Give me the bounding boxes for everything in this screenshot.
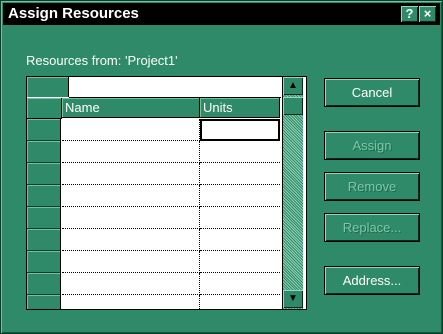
name-cell[interactable] — [62, 119, 200, 141]
name-cell[interactable] — [62, 295, 200, 309]
name-cell[interactable] — [62, 229, 200, 251]
units-cell[interactable] — [200, 229, 280, 251]
units-cell[interactable] — [200, 163, 280, 185]
name-cell[interactable] — [62, 163, 200, 185]
remove-button[interactable]: Remove — [325, 173, 419, 200]
units-cell[interactable] — [200, 251, 280, 273]
resources-grid[interactable]: Name Units ▲ ▼ — [26, 76, 307, 310]
table-row[interactable] — [27, 295, 280, 309]
row-header[interactable] — [27, 207, 61, 229]
address-button[interactable]: Address... — [325, 267, 419, 294]
row-header[interactable] — [27, 163, 61, 185]
table-row[interactable] — [27, 207, 280, 229]
row-header[interactable] — [27, 251, 61, 273]
units-cell[interactable] — [200, 273, 280, 295]
table-row[interactable] — [27, 251, 280, 273]
units-cell[interactable] — [200, 119, 280, 141]
entry-row-header — [27, 77, 69, 97]
name-cell[interactable] — [62, 273, 200, 295]
row-header[interactable] — [27, 273, 61, 295]
resources-from-label: Resources from: 'Project1' — [26, 53, 178, 68]
name-cell[interactable] — [62, 185, 200, 207]
close-button[interactable]: × — [419, 6, 436, 22]
row-header[interactable] — [27, 295, 61, 309]
vertical-scrollbar[interactable]: ▲ ▼ — [282, 77, 303, 309]
column-header-name[interactable]: Name — [62, 98, 200, 118]
assign-resources-dialog: Assign Resources ? × Resources from: 'Pr… — [0, 0, 443, 334]
units-cell[interactable] — [200, 295, 280, 309]
name-cell[interactable] — [62, 141, 200, 163]
row-header[interactable] — [27, 229, 61, 251]
table-row[interactable] — [27, 141, 280, 163]
assign-button[interactable]: Assign — [325, 132, 419, 159]
table-row[interactable] — [27, 229, 280, 251]
entry-bar[interactable] — [69, 77, 281, 98]
name-cell[interactable] — [62, 251, 200, 273]
table-row[interactable] — [27, 185, 280, 207]
scroll-down-arrow-icon[interactable]: ▼ — [283, 290, 303, 308]
row-header[interactable] — [27, 119, 61, 141]
column-header-units[interactable]: Units — [200, 98, 280, 118]
scroll-up-arrow-icon[interactable]: ▲ — [283, 77, 303, 95]
scroll-thumb[interactable] — [283, 97, 303, 115]
units-cell[interactable] — [200, 185, 280, 207]
cancel-button[interactable]: Cancel — [325, 79, 419, 106]
title-bar[interactable]: Assign Resources ? × — [3, 3, 440, 25]
units-cell[interactable] — [200, 207, 280, 229]
table-row[interactable] — [27, 273, 280, 295]
row-header[interactable] — [27, 185, 61, 207]
replace-button[interactable]: Replace... — [325, 214, 419, 241]
table-row[interactable] — [27, 119, 280, 141]
table-row[interactable] — [27, 163, 280, 185]
help-button[interactable]: ? — [401, 6, 418, 22]
select-all-corner[interactable] — [27, 98, 62, 119]
dialog-title: Assign Resources — [8, 5, 139, 22]
row-header[interactable] — [27, 141, 61, 163]
name-cell[interactable] — [62, 207, 200, 229]
units-cell[interactable] — [200, 141, 280, 163]
